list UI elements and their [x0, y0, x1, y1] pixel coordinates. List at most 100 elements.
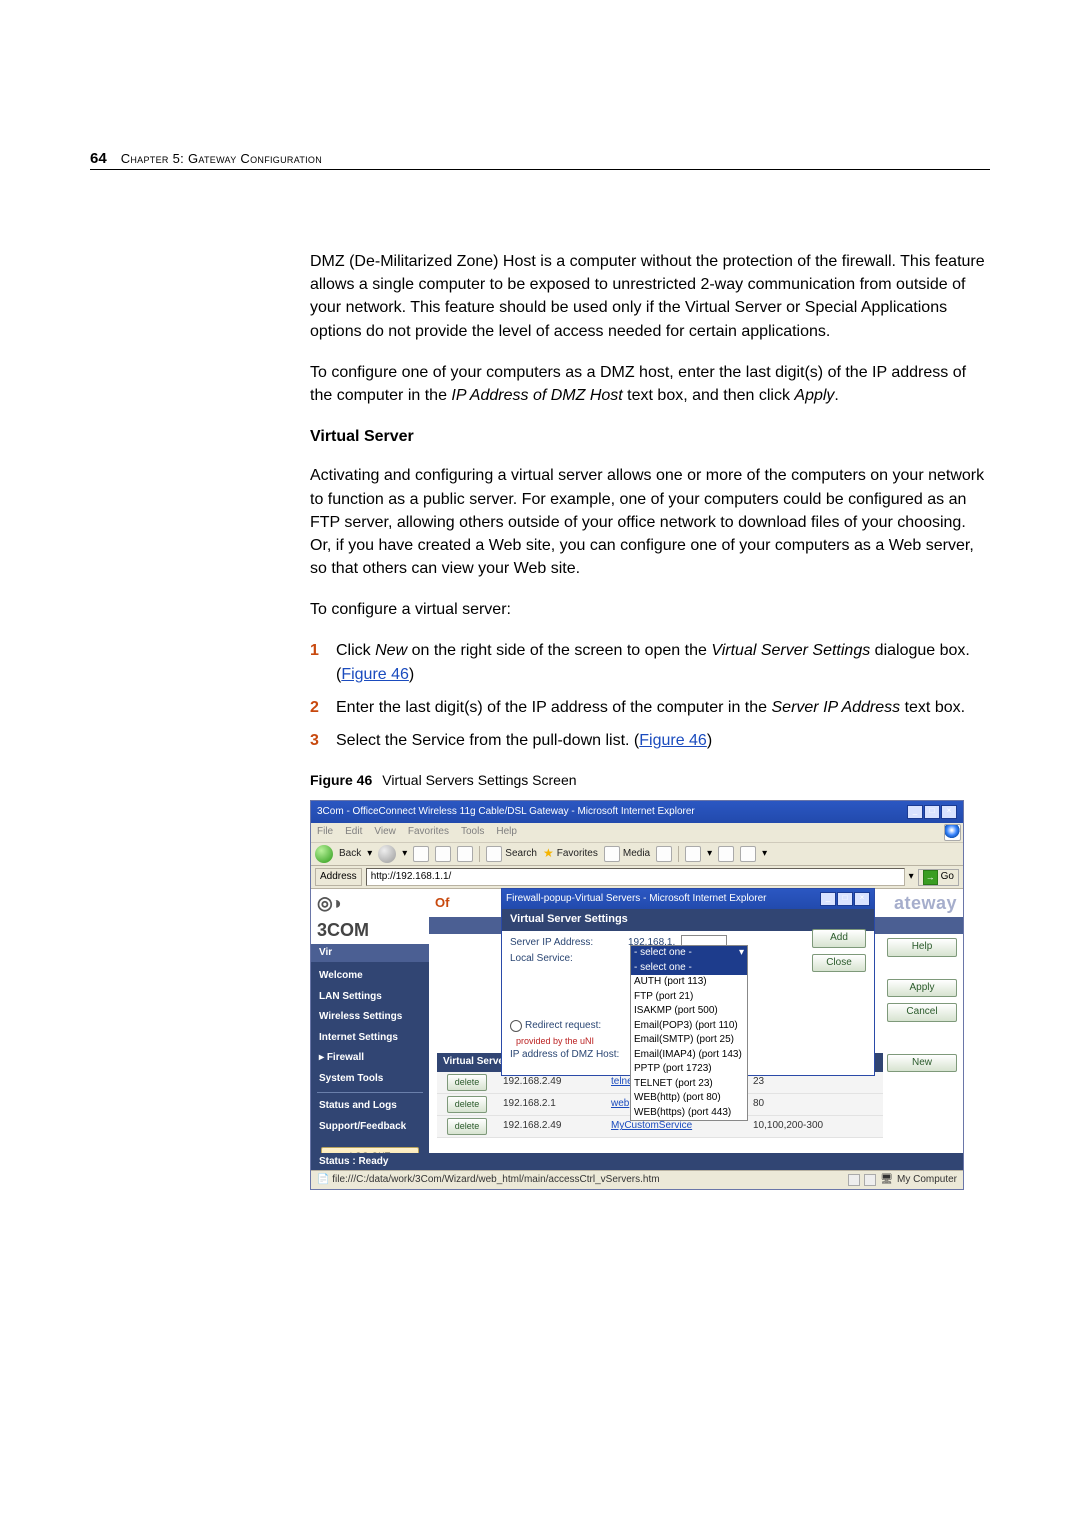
menu-favorites[interactable]: Favorites — [408, 825, 449, 840]
sidebar-item-system[interactable]: System Tools — [311, 1069, 429, 1090]
service-link[interactable]: MyCustomService — [611, 1120, 692, 1131]
dropdown-option[interactable]: Email(IMAP4) (port 143) — [631, 1048, 747, 1063]
sidebar-item-lan[interactable]: LAN Settings — [311, 987, 429, 1008]
maximize-icon[interactable]: □ — [924, 805, 940, 819]
dropdown-option[interactable]: Email(SMTP) (port 25) — [631, 1033, 747, 1048]
home-icon[interactable] — [457, 846, 473, 862]
minimize-icon[interactable]: _ — [907, 805, 923, 819]
sidebar-item-welcome[interactable]: Welcome — [311, 966, 429, 987]
stop-icon[interactable] — [413, 846, 429, 862]
toolbar-separator — [678, 846, 679, 862]
virtual-server-paragraph: Activating and configuring a virtual ser… — [310, 464, 990, 580]
browser-toolbar: Back ▾ ▾ Search ★Favorites Media ▾ ▾ — [311, 843, 963, 866]
page-number: 64 — [90, 150, 107, 167]
sidebar-item-wireless[interactable]: Wireless Settings — [311, 1007, 429, 1028]
sidebar-item-internet[interactable]: Internet Settings — [311, 1028, 429, 1049]
figure-caption: Figure 46Virtual Servers Settings Screen — [310, 770, 990, 790]
sidebar-item-firewall[interactable]: Firewall — [311, 1048, 429, 1069]
dropdown-option[interactable]: Email(POP3) (port 110) — [631, 1019, 747, 1034]
dropdown-option[interactable]: TELNET (port 23) — [631, 1077, 747, 1092]
radio-icon — [510, 1020, 522, 1032]
service-ports: 23 — [747, 1074, 883, 1091]
dropdown-option[interactable]: WEB(https) (port 443) — [631, 1106, 747, 1121]
back-icon[interactable] — [315, 845, 333, 863]
new-button[interactable]: New — [887, 1054, 957, 1073]
service-link[interactable]: web — [611, 1098, 629, 1109]
go-arrow-icon: → — [923, 870, 938, 885]
menu-view[interactable]: View — [374, 825, 396, 840]
figure-link[interactable]: Figure 46 — [341, 666, 409, 683]
dmz-paragraph-1: DMZ (De-Militarized Zone) Host is a comp… — [310, 250, 990, 343]
go-button[interactable]: → Go — [918, 869, 959, 886]
menu-file[interactable]: File — [317, 825, 333, 840]
gateway-action-column: Help Apply Cancel New — [881, 934, 963, 1076]
sidebar-tab: Vir — [311, 944, 429, 963]
gateway-title-fragment: ateway — [894, 890, 957, 916]
delete-button[interactable]: delete — [447, 1118, 487, 1135]
brand-label: 3COM — [317, 920, 369, 940]
close-button[interactable]: Close — [812, 954, 866, 973]
dropdown-current: - select one - — [634, 946, 692, 961]
step-number: 3 — [310, 729, 326, 752]
browser-title-text: 3Com - OfficeConnect Wireless 11g Cable/… — [317, 805, 695, 820]
dropdown-option[interactable]: WEB(http) (port 80) — [631, 1091, 747, 1106]
menu-help[interactable]: Help — [496, 825, 517, 840]
close-icon[interactable]: × — [941, 805, 957, 819]
back-dropdown-icon[interactable]: ▾ — [367, 847, 372, 862]
print-icon[interactable] — [718, 846, 734, 862]
gateway-sidebar: ◎◑ 3COM Vir Welcome LAN Settings Wireles… — [311, 889, 429, 1189]
maximize-icon[interactable]: □ — [837, 892, 853, 906]
local-service-label: Local Service: — [510, 952, 622, 967]
toolbar-separator — [479, 846, 480, 862]
add-button[interactable]: Add — [812, 929, 866, 948]
history-icon[interactable] — [656, 846, 672, 862]
status-box-icon — [848, 1174, 860, 1186]
popup-title-text: Firewall-popup-Virtual Servers - Microso… — [506, 892, 766, 907]
media-button[interactable]: Media — [604, 846, 650, 862]
back-button[interactable]: Back — [339, 847, 361, 862]
minimize-icon[interactable]: _ — [820, 892, 836, 906]
apply-button[interactable]: Apply — [887, 979, 957, 998]
sidebar-item-status[interactable]: Status and Logs — [311, 1096, 429, 1117]
step-2: 2 Enter the last digit(s) of the IP addr… — [310, 696, 990, 719]
menu-edit[interactable]: Edit — [345, 825, 362, 840]
dropdown-option[interactable]: PPTP (port 1723) — [631, 1062, 747, 1077]
dropdown-option[interactable]: - select one - — [631, 961, 747, 976]
delete-button[interactable]: delete — [447, 1074, 487, 1091]
cancel-button[interactable]: Cancel — [887, 1003, 957, 1022]
status-zone: My Computer — [897, 1173, 957, 1188]
browser-menu: File Edit View Favorites Tools Help — [311, 823, 963, 843]
address-input[interactable]: http://192.168.1.1/ — [366, 868, 905, 886]
figure-link[interactable]: Figure 46 — [639, 732, 707, 749]
address-bar: Address http://192.168.1.1/ ▾ → Go — [311, 866, 963, 890]
dropdown-option[interactable]: FTP (port 21) — [631, 990, 747, 1005]
section-title-virtual-server: Virtual Server — [310, 425, 990, 448]
popup-titlebar: Firewall-popup-Virtual Servers - Microso… — [502, 889, 874, 909]
service-ports: 80 — [747, 1096, 883, 1113]
star-icon: ★ — [543, 845, 554, 862]
local-service-dropdown[interactable]: - select one - ▾ - select one - AUTH (po… — [630, 945, 748, 1121]
menu-tools[interactable]: Tools — [461, 825, 484, 840]
media-icon — [604, 846, 620, 862]
dropdown-option[interactable]: ISAKMP (port 500) — [631, 1004, 747, 1019]
forward-dropdown-icon[interactable]: ▾ — [402, 847, 407, 862]
popup-header: Virtual Server Settings — [502, 909, 874, 931]
refresh-icon[interactable] — [435, 846, 451, 862]
address-dropdown-icon[interactable]: ▾ — [909, 870, 914, 885]
mail-icon[interactable] — [685, 846, 701, 862]
delete-button[interactable]: delete — [447, 1096, 487, 1113]
server-ip: 192.168.2.49 — [497, 1074, 605, 1091]
edit-icon[interactable] — [740, 846, 756, 862]
sidebar-item-support[interactable]: Support/Feedback — [311, 1117, 429, 1138]
edit-dropdown-icon[interactable]: ▾ — [762, 847, 767, 862]
close-icon[interactable]: × — [854, 892, 870, 906]
virtual-server-settings-popup: Firewall-popup-Virtual Servers - Microso… — [501, 888, 875, 1076]
favorites-button[interactable]: ★Favorites — [543, 845, 598, 862]
forward-icon[interactable] — [378, 845, 396, 863]
help-button[interactable]: Help — [887, 938, 957, 957]
dropdown-option[interactable]: AUTH (port 113) — [631, 975, 747, 990]
search-button[interactable]: Search — [486, 846, 537, 862]
redirect-radio[interactable]: Redirect request: — [510, 1019, 601, 1034]
step-3: 3 Select the Service from the pull-down … — [310, 729, 990, 752]
mail-dropdown-icon[interactable]: ▾ — [707, 847, 712, 862]
